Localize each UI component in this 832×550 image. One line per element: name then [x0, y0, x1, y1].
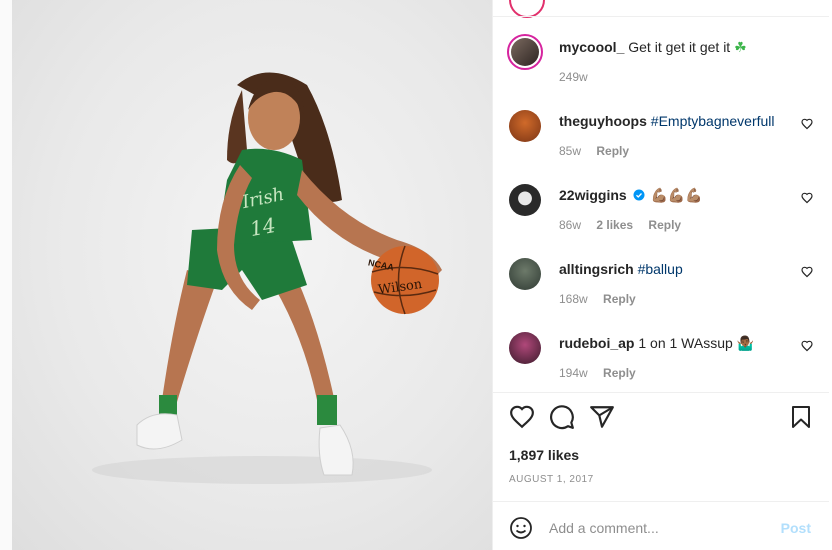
comment-username[interactable]: theguyhoops — [559, 113, 647, 129]
comment-likes[interactable]: 2 likes — [596, 218, 633, 232]
likes-count[interactable]: 1,897 likes — [509, 447, 579, 463]
like-comment-heart-icon[interactable] — [801, 118, 813, 130]
reply-button[interactable]: Reply — [648, 218, 681, 232]
comment-mycoool: mycoool_ Get it get it get it ☘ 249w — [507, 34, 819, 92]
avatar[interactable] — [509, 258, 541, 290]
verified-badge-icon — [633, 189, 645, 201]
shrug-emoji: 🤷🏾‍♂️ — [736, 335, 755, 351]
comment-username[interactable]: mycoool_ — [559, 39, 624, 55]
hashtag-link[interactable]: #ballup — [638, 261, 683, 277]
share-send-icon[interactable] — [589, 404, 615, 430]
divider — [493, 16, 829, 17]
flex-emoji: 💪🏽💪🏽💪🏽 — [650, 187, 703, 203]
comment-meta: 85w Reply — [559, 144, 641, 158]
comment-text: 1 on 1 WAssup — [638, 335, 733, 351]
comment-username[interactable]: 22wiggins — [559, 187, 627, 203]
reply-button[interactable]: Reply — [596, 144, 629, 158]
divider — [493, 501, 829, 502]
comment-time[interactable]: 86w — [559, 218, 581, 232]
comment-meta: 168w Reply — [559, 292, 648, 306]
comment-meta: 86w 2 likes Reply — [559, 218, 693, 232]
save-bookmark-icon[interactable] — [789, 404, 813, 430]
comment-time[interactable]: 168w — [559, 292, 588, 306]
avatar[interactable] — [509, 184, 541, 216]
divider — [493, 392, 829, 393]
post-date[interactable]: AUGUST 1, 2017 — [509, 474, 594, 485]
avatar[interactable] — [509, 110, 541, 142]
hashtag-link[interactable]: #Emptybagneverfull — [651, 113, 775, 129]
comment-meta: 194w Reply — [559, 366, 648, 380]
avatar[interactable] — [507, 34, 543, 70]
post-comment-button[interactable]: Post — [781, 520, 811, 536]
comment-22wiggins: 22wiggins 💪🏽💪🏽💪🏽 86w 2 likes Reply — [509, 184, 819, 240]
like-heart-icon[interactable] — [509, 404, 535, 430]
comment-username[interactable]: rudeboi_ap — [559, 335, 634, 351]
reply-button[interactable]: Reply — [603, 292, 636, 306]
comment-meta: 249w — [559, 70, 600, 84]
comment-time[interactable]: 249w — [559, 70, 588, 84]
comment-rudeboi-ap: rudeboi_ap 1 on 1 WAssup 🤷🏾‍♂️ 194w Repl… — [509, 332, 819, 388]
comment-time[interactable]: 85w — [559, 144, 581, 158]
reply-button[interactable]: Reply — [603, 366, 636, 380]
comment-alltingsrich: alltingsrich #ballup 168w Reply — [509, 258, 819, 314]
post-actions — [509, 404, 813, 432]
comment-bubble-icon[interactable] — [549, 404, 575, 430]
clover-emoji: ☘ — [734, 39, 747, 55]
emoji-picker-icon[interactable] — [509, 516, 533, 540]
like-comment-heart-icon[interactable] — [801, 340, 813, 352]
comment-username[interactable]: alltingsrich — [559, 261, 634, 277]
avatar[interactable] — [509, 332, 541, 364]
player-illustration — [92, 72, 442, 484]
comment-input[interactable]: Add a comment... — [549, 520, 659, 536]
comment-theguyhoops: theguyhoops #Emptybagneverfull 85w Reply — [509, 110, 819, 166]
comment-time[interactable]: 194w — [559, 366, 588, 380]
comment-text: Get it get it get it — [628, 39, 731, 55]
add-comment-bar: Add a comment... Post — [509, 514, 813, 544]
jersey-number: 14 — [248, 212, 278, 242]
like-comment-heart-icon[interactable] — [801, 266, 813, 278]
comments-panel: mycoool_ Get it get it get it ☘ 249w the… — [492, 0, 829, 550]
like-comment-heart-icon[interactable] — [801, 192, 813, 204]
post-photo[interactable]: Irish 14 NCAA Wilson — [12, 0, 492, 550]
